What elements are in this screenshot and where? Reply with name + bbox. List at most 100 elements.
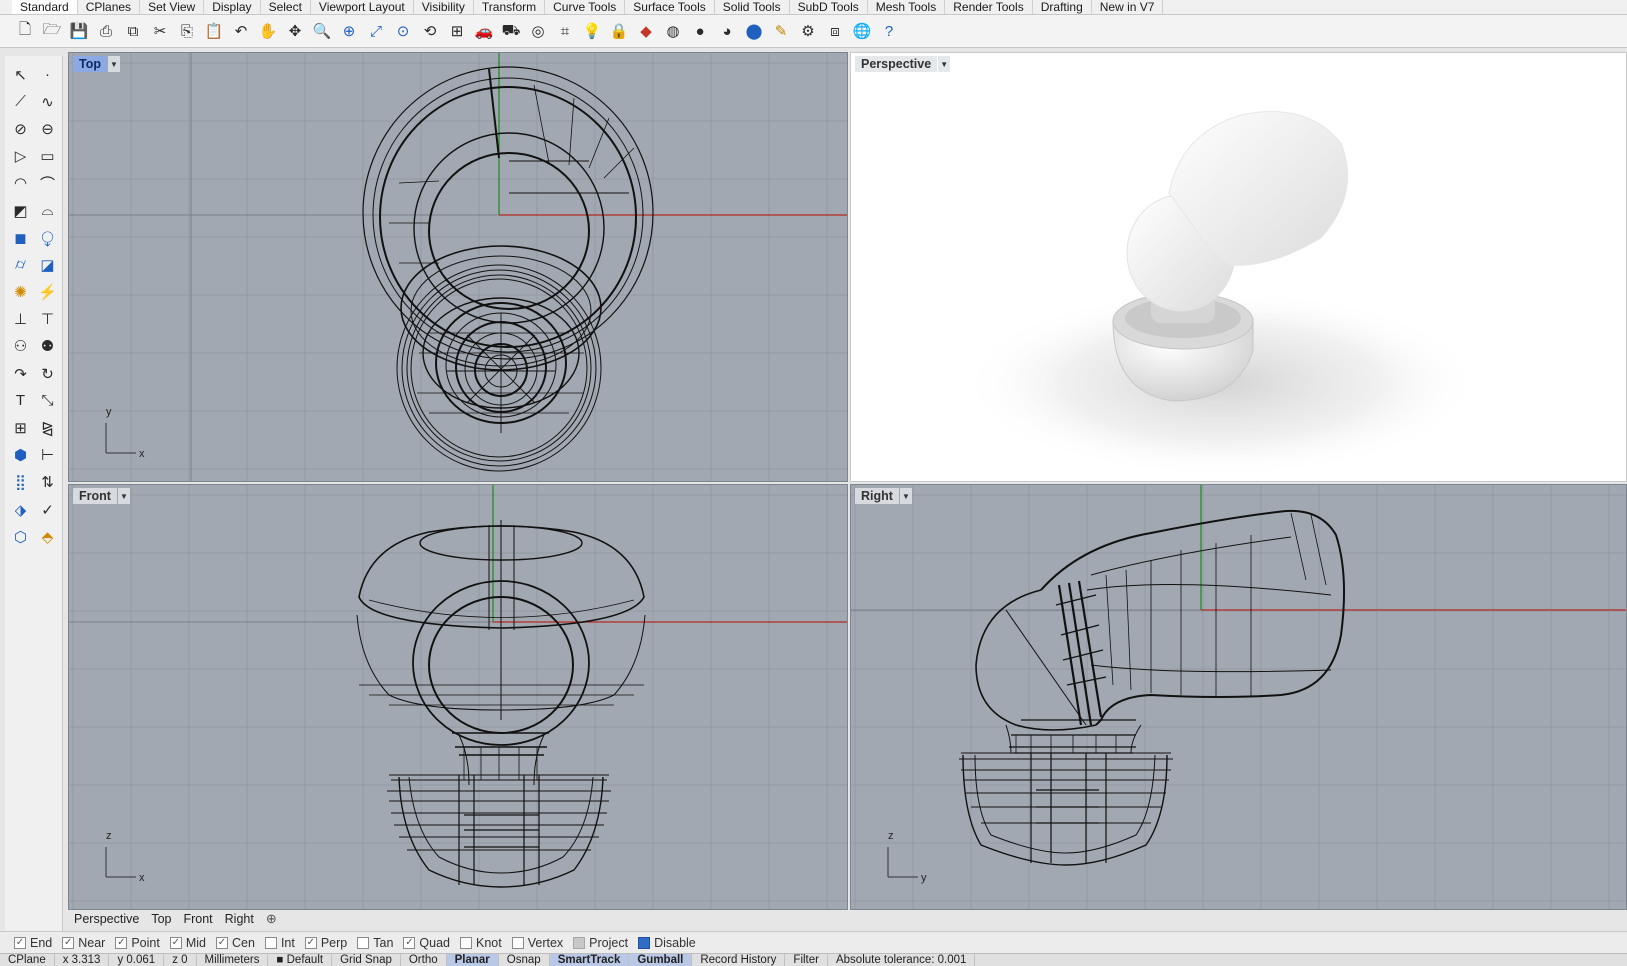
group-icon[interactable]: ⚇ bbox=[7, 333, 34, 360]
zoom-selected-icon[interactable]: ⊙ bbox=[390, 18, 416, 44]
viewport-title-top[interactable]: Top ▼ bbox=[73, 56, 120, 72]
viewport-tab-front[interactable]: Front bbox=[177, 912, 218, 926]
toolbar-tab-viewport-layout[interactable]: Viewport Layout bbox=[311, 0, 414, 14]
add-viewport-tab-icon[interactable]: ⊕ bbox=[260, 911, 283, 927]
status-cplane[interactable]: CPlane bbox=[0, 954, 55, 966]
toolbar-tab-set-view[interactable]: Set View bbox=[140, 0, 205, 14]
chevron-down-icon[interactable]: ▼ bbox=[899, 488, 912, 504]
status-filter[interactable]: Filter bbox=[785, 954, 828, 966]
box-solid-icon[interactable]: ◼ bbox=[7, 224, 34, 251]
toolbar-tab-visibility[interactable]: Visibility bbox=[414, 0, 474, 14]
polyline-icon[interactable]: ⟋ bbox=[7, 88, 34, 115]
osnap-vertex[interactable]: Vertex bbox=[511, 936, 563, 950]
status-absolute-tolerance-0-001[interactable]: Absolute tolerance: 0.001 bbox=[828, 954, 976, 966]
toolbar-tab-surface-tools[interactable]: Surface Tools bbox=[625, 0, 715, 14]
status-osnap[interactable]: Osnap bbox=[499, 954, 550, 966]
ellipse-icon[interactable]: ⊖ bbox=[34, 115, 61, 142]
osnap-mid[interactable]: ✓ Mid bbox=[169, 936, 206, 950]
viewport-title-front[interactable]: Front ▼ bbox=[73, 488, 130, 504]
polygon-icon[interactable]: ▷ bbox=[7, 143, 34, 170]
toolbar-tab-transform[interactable]: Transform bbox=[474, 0, 546, 14]
undo-icon[interactable]: ↶ bbox=[228, 18, 254, 44]
status-grid-snap[interactable]: Grid Snap bbox=[332, 954, 401, 966]
status-millimeters[interactable]: Millimeters bbox=[197, 954, 269, 966]
explode-icon[interactable]: ✺ bbox=[7, 279, 34, 306]
surface-corners-icon[interactable]: ◩ bbox=[7, 197, 34, 224]
status-x-3-313[interactable]: x 3.313 bbox=[55, 954, 110, 966]
checkbox[interactable] bbox=[357, 936, 370, 949]
layer-icon[interactable]: ◆ bbox=[633, 18, 659, 44]
cplane-icon[interactable]: ⬢ bbox=[7, 442, 34, 469]
status-planar[interactable]: Planar bbox=[446, 954, 499, 966]
mirror-icon[interactable]: ⧎ bbox=[34, 414, 61, 441]
cylinder-icon[interactable]: ⌭ bbox=[7, 251, 34, 278]
status-smarttrack[interactable]: SmartTrack bbox=[549, 954, 630, 966]
check-icon[interactable]: ✓ bbox=[34, 496, 61, 523]
checkbox[interactable] bbox=[264, 936, 277, 949]
toolbar-tab-select[interactable]: Select bbox=[261, 0, 311, 14]
help-icon[interactable]: ? bbox=[876, 18, 902, 44]
array-icon[interactable]: ⊞ bbox=[7, 414, 34, 441]
viewport-tab-right[interactable]: Right bbox=[219, 912, 260, 926]
viewport-top[interactable]: Top ▼ y x bbox=[68, 52, 848, 482]
toolbar-tab-standard[interactable]: Standard bbox=[12, 0, 78, 14]
checkbox[interactable]: ✓ bbox=[115, 936, 128, 949]
move-view-icon[interactable]: ✥ bbox=[282, 18, 308, 44]
toolbar-tab-cplanes[interactable]: CPlanes bbox=[78, 0, 141, 14]
target-icon[interactable]: ◎ bbox=[525, 18, 551, 44]
light-bulb-icon[interactable]: 💡 bbox=[579, 18, 605, 44]
checkbox[interactable]: ✓ bbox=[169, 936, 182, 949]
camera-icon[interactable]: ⛟ bbox=[498, 18, 524, 44]
toolbar-tab-new-in-v7[interactable]: New in V7 bbox=[1092, 0, 1164, 14]
viewport-title-perspective[interactable]: Perspective ▼ bbox=[855, 56, 951, 72]
pan-hand-icon[interactable]: ✋ bbox=[255, 18, 281, 44]
paste-icon[interactable]: 📋 bbox=[201, 18, 227, 44]
zoom-extents-icon[interactable]: ⤢ bbox=[363, 18, 389, 44]
select-arrow-icon[interactable]: ↖ bbox=[7, 61, 34, 88]
status-gumball[interactable]: Gumball bbox=[629, 954, 693, 966]
scale-icon[interactable]: ⤡ bbox=[34, 387, 61, 414]
copy-icon[interactable]: ⎘ bbox=[174, 18, 200, 44]
offset-icon[interactable]: ⊤ bbox=[34, 306, 61, 333]
mesh-icon[interactable]: ⬡ bbox=[7, 523, 34, 550]
status-z-0[interactable]: z 0 bbox=[164, 954, 197, 966]
checkbox[interactable] bbox=[573, 936, 586, 949]
block-icon[interactable]: ⚉ bbox=[34, 333, 61, 360]
zoom-window-icon[interactable]: ⊕ bbox=[336, 18, 362, 44]
grid-array-icon[interactable]: ⣿ bbox=[7, 469, 34, 496]
checkbox[interactable] bbox=[460, 936, 472, 949]
text-icon[interactable]: T bbox=[7, 387, 34, 414]
chevron-down-icon[interactable]: ▼ bbox=[117, 488, 130, 504]
print-icon[interactable]: ⎙ bbox=[93, 18, 119, 44]
osnap-disable[interactable]: Disable bbox=[638, 936, 696, 950]
render-sphere-icon[interactable]: ◕ bbox=[714, 18, 740, 44]
curve-icon[interactable]: ∿ bbox=[34, 88, 61, 115]
rectangle-icon[interactable]: ▭ bbox=[34, 143, 61, 170]
loft-icon[interactable]: ⌓ bbox=[34, 197, 61, 224]
extrude-icon[interactable]: ⊥ bbox=[7, 306, 34, 333]
globe-icon[interactable]: 🌐 bbox=[849, 18, 875, 44]
transform-icon[interactable]: ⇅ bbox=[34, 469, 61, 496]
chevron-down-icon[interactable]: ▼ bbox=[107, 56, 120, 72]
export-icon[interactable]: ⧉ bbox=[120, 18, 146, 44]
status-default[interactable]: ■ Default bbox=[268, 954, 333, 966]
render-blue-icon[interactable]: ⬤ bbox=[741, 18, 767, 44]
move-icon[interactable]: ↷ bbox=[7, 360, 34, 387]
checkbox[interactable]: ✓ bbox=[304, 936, 317, 949]
material-sphere-icon[interactable]: ● bbox=[687, 18, 713, 44]
grid-snap-icon[interactable]: ⌗ bbox=[552, 18, 578, 44]
checkbox[interactable] bbox=[638, 936, 651, 949]
osnap-end[interactable]: ✓ End bbox=[14, 936, 52, 950]
viewport-label[interactable]: Front bbox=[73, 488, 117, 504]
toolbar-tab-render-tools[interactable]: Render Tools bbox=[945, 0, 1033, 14]
osnap-project[interactable]: Project bbox=[573, 936, 628, 950]
osnap-near[interactable]: ✓ Near bbox=[62, 936, 105, 950]
viewport-label[interactable]: Perspective bbox=[855, 56, 938, 72]
viewport-right[interactable]: Right ▼ z y bbox=[850, 484, 1627, 910]
point-icon[interactable]: · bbox=[34, 61, 61, 88]
circle-icon[interactable]: ⊘ bbox=[7, 115, 34, 142]
viewport-front[interactable]: Front ▼ z x bbox=[68, 484, 848, 910]
osnap-perp[interactable]: ✓ Perp bbox=[304, 936, 347, 950]
checkbox[interactable]: ✓ bbox=[403, 936, 416, 949]
osnap-int[interactable]: Int bbox=[264, 936, 295, 950]
